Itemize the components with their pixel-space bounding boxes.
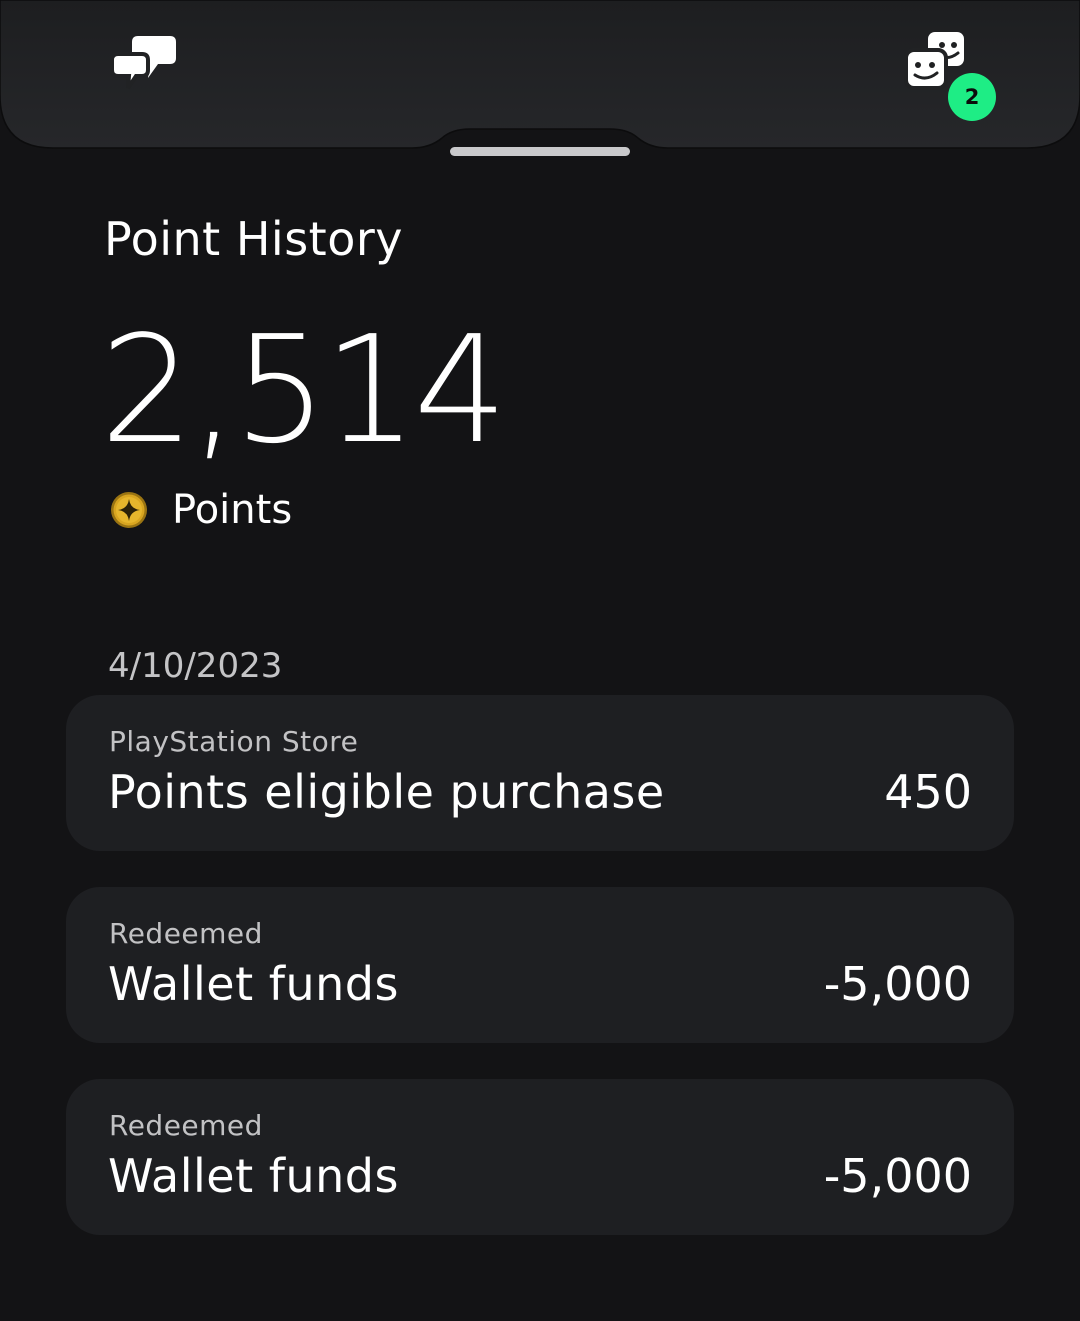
points-label: Points [172, 487, 293, 533]
top-sheet-header: 2 [0, 0, 1080, 160]
transaction-description: Wallet funds [108, 957, 399, 1011]
points-total: 2,514 [100, 304, 508, 476]
notification-badge: 2 [948, 73, 996, 121]
transaction-description: Wallet funds [108, 1149, 399, 1203]
star-coin-icon [110, 491, 148, 529]
transaction-card[interactable]: Redeemed Wallet funds -5,000 [66, 887, 1014, 1043]
chat-bubbles-icon[interactable] [108, 30, 180, 90]
transaction-source: PlayStation Store [109, 725, 359, 758]
transaction-card[interactable]: Redeemed Wallet funds -5,000 [66, 1079, 1014, 1235]
transaction-description: Points eligible purchase [108, 765, 665, 819]
history-date: 4/10/2023 [108, 646, 283, 686]
transaction-source: Redeemed [109, 1109, 263, 1142]
drag-handle[interactable] [450, 147, 630, 156]
transaction-amount: 450 [884, 765, 972, 819]
points-unit-row: Points [110, 487, 293, 533]
transaction-amount: -5,000 [823, 1149, 972, 1203]
transaction-source: Redeemed [109, 917, 263, 950]
transaction-card[interactable]: PlayStation Store Points eligible purcha… [66, 695, 1014, 851]
page-title: Point History [104, 212, 403, 266]
point-history-screen: 2 Point History 2,514 Points 4/10/2023 P… [0, 0, 1080, 1321]
transaction-amount: -5,000 [823, 957, 972, 1011]
